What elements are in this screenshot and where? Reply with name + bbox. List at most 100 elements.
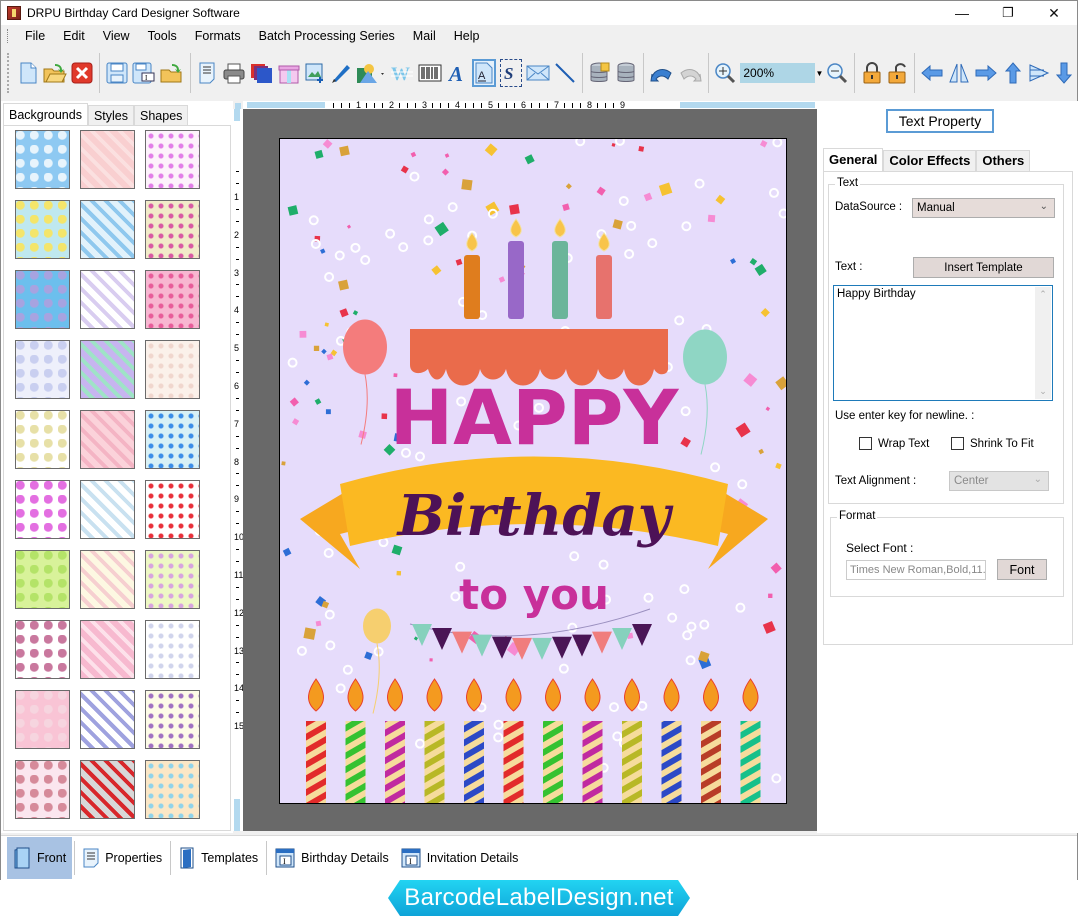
align-button[interactable] — [1028, 59, 1050, 87]
text-property-button[interactable]: A — [471, 59, 496, 87]
scroll-up-icon[interactable]: ⌃ — [1035, 289, 1051, 300]
background-thumbnail-gift-boxes[interactable] — [145, 620, 200, 679]
text-alignment-select[interactable]: Center ⌄ — [949, 471, 1049, 491]
tab-others[interactable]: Others — [976, 150, 1031, 171]
design-canvas[interactable]: HAPPY Birthday to you — [243, 109, 817, 831]
menu-view[interactable]: View — [94, 25, 139, 47]
signature-button[interactable]: S — [499, 59, 522, 87]
tab-front[interactable]: Front — [7, 837, 73, 879]
pen-button[interactable] — [330, 59, 352, 87]
background-thumbnail-colorful-balloons[interactable] — [145, 410, 200, 469]
scroll-down-icon[interactable]: ⌄ — [1035, 386, 1051, 397]
background-thumbnail-rainbow-swirl[interactable] — [80, 340, 135, 399]
background-thumbnail-happy-birthday-text[interactable] — [15, 410, 70, 469]
background-thumbnail-balloons-bird[interactable] — [145, 200, 200, 259]
background-thumbnail-pink-texture[interactable] — [15, 690, 70, 749]
save-button[interactable] — [106, 59, 128, 87]
properties-tool-button[interactable] — [197, 59, 218, 87]
picture-button[interactable] — [356, 59, 386, 87]
zoom-level-input[interactable]: 200% — [740, 63, 815, 83]
mail-button[interactable] — [526, 59, 550, 87]
background-thumbnail-pink-flowers[interactable] — [15, 620, 70, 679]
menu-batch-processing[interactable]: Batch Processing Series — [250, 25, 404, 47]
background-thumbnail-sprinkles[interactable] — [80, 690, 135, 749]
open-button[interactable] — [43, 59, 67, 87]
export-button[interactable] — [160, 59, 184, 87]
background-thumbnail-confetti-field[interactable] — [145, 550, 200, 609]
lock-button[interactable] — [861, 59, 882, 87]
text-button[interactable]: A — [446, 59, 468, 87]
subline-text[interactable]: to you — [459, 570, 609, 619]
wrap-text-checkbox[interactable]: Wrap Text — [859, 437, 929, 450]
tab-general[interactable]: General — [823, 148, 884, 171]
background-thumbnail-pink-cakes[interactable] — [145, 270, 200, 329]
background-thumbnail-party-frame[interactable] — [145, 760, 200, 819]
background-thumbnail-butterflies[interactable] — [145, 130, 200, 189]
new-button[interactable] — [18, 59, 39, 87]
menu-edit[interactable]: Edit — [54, 25, 94, 47]
background-thumbnail-balloon-bunches[interactable] — [80, 480, 135, 539]
headline-text[interactable]: HAPPY — [390, 373, 680, 462]
birthday-card[interactable]: HAPPY Birthday to you — [279, 138, 787, 804]
background-thumbnail-pink-hearts[interactable] — [80, 130, 135, 189]
zoom-in-button[interactable] — [714, 59, 736, 87]
move-up-button[interactable] — [1002, 59, 1023, 87]
line-button[interactable] — [554, 59, 576, 87]
tab-properties[interactable]: Properties — [77, 837, 168, 879]
zoom-out-button[interactable] — [826, 59, 848, 87]
tab-invitation-details[interactable]: I Invitation Details — [395, 837, 525, 879]
font-button[interactable]: Font — [997, 559, 1047, 580]
background-thumbnail-clouds[interactable] — [15, 130, 70, 189]
word-art-button[interactable]: W — [390, 59, 414, 87]
tab-birthday-details[interactable]: I Birthday Details — [269, 837, 395, 879]
tab-shapes[interactable]: Shapes — [134, 105, 189, 125]
minimize-button[interactable]: — — [939, 1, 985, 25]
background-thumbnail-cake-pattern[interactable] — [80, 550, 135, 609]
tab-backgrounds[interactable]: Backgrounds — [3, 103, 88, 125]
tab-styles[interactable]: Styles — [87, 105, 135, 125]
save-as-button[interactable]: I — [132, 59, 156, 87]
database-import-button[interactable] — [589, 59, 611, 87]
background-thumbnail-bubbles[interactable] — [15, 340, 70, 399]
background-thumbnail-green-stripes[interactable] — [15, 550, 70, 609]
move-down-button[interactable] — [1054, 59, 1075, 87]
background-thumbnail-pastel-balloons[interactable] — [80, 270, 135, 329]
shrink-to-fit-checkbox[interactable]: Shrink To Fit — [951, 437, 1034, 450]
card-background-button[interactable] — [250, 59, 274, 87]
close-button[interactable]: ✕ — [1031, 1, 1077, 25]
background-thumbnail-red-hearts[interactable] — [145, 480, 200, 539]
insert-template-button[interactable]: Insert Template — [913, 257, 1054, 278]
move-right-button[interactable] — [974, 59, 998, 87]
tab-color-effects[interactable]: Color Effects — [883, 150, 977, 171]
tab-templates[interactable]: Templates — [173, 837, 264, 879]
datasource-select[interactable]: Manual ⌄ — [912, 198, 1055, 218]
database-button[interactable] — [615, 59, 637, 87]
menu-tools[interactable]: Tools — [139, 25, 186, 47]
barcode-button[interactable] — [418, 59, 442, 87]
maximize-button[interactable]: ❐ — [985, 1, 1031, 25]
gift-button[interactable] — [278, 59, 300, 87]
menu-file[interactable]: File — [16, 25, 54, 47]
zoom-dropdown[interactable]: ▼ — [815, 63, 825, 83]
print-button[interactable] — [222, 59, 246, 87]
close-file-button[interactable] — [71, 59, 93, 87]
background-thumbnail-daisies[interactable] — [15, 200, 70, 259]
unlock-button[interactable] — [886, 59, 907, 87]
menu-formats[interactable]: Formats — [186, 25, 250, 47]
background-thumbnail-pink-lace[interactable] — [80, 620, 135, 679]
text-input[interactable]: Happy Birthday ⌃ ⌄ — [833, 285, 1053, 401]
banner-text[interactable]: Birthday — [396, 483, 674, 549]
menu-help[interactable]: Help — [445, 25, 489, 47]
font-field[interactable]: Times New Roman,Bold,11.8 — [846, 560, 986, 580]
flip-button[interactable] — [948, 59, 970, 87]
background-thumbnail-cupcakes[interactable] — [15, 760, 70, 819]
undo-button[interactable] — [649, 59, 674, 87]
background-thumbnail-teddy-bears[interactable] — [145, 340, 200, 399]
text-input-scrollbar[interactable]: ⌃ ⌄ — [1035, 287, 1051, 399]
background-thumbnail-red-balloons[interactable] — [80, 760, 135, 819]
redo-button[interactable] — [678, 59, 702, 87]
background-thumbnail-heart-outlines[interactable] — [15, 480, 70, 539]
move-left-button[interactable] — [920, 59, 944, 87]
background-thumbnail-care-bears[interactable] — [80, 200, 135, 259]
background-thumbnail-purple-flowers[interactable] — [145, 690, 200, 749]
